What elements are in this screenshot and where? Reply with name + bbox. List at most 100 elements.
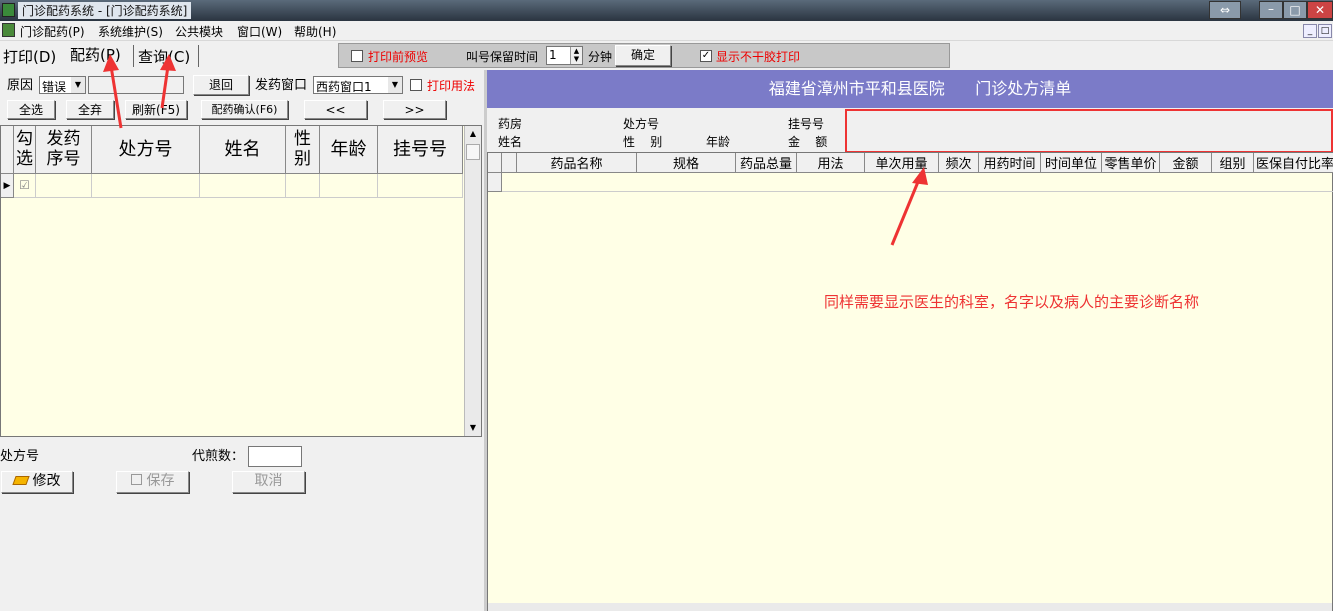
- minimize-button[interactable]: –: [1259, 1, 1283, 19]
- col-group: 组别: [1212, 153, 1254, 173]
- rx-no-info-label: 处方号: [623, 117, 660, 131]
- col-drug-name: 药品名称: [517, 153, 637, 173]
- return-button[interactable]: 退回: [193, 75, 249, 95]
- prescription-grid: 勾选 发药序号 处方号 姓名 性别 年龄 挂号号 ▶ ☑ ▲ ▼: [0, 125, 482, 437]
- cell: [378, 174, 463, 198]
- menu-system[interactable]: 系统维护(S): [98, 23, 163, 40]
- vertical-scrollbar[interactable]: ▲ ▼: [464, 126, 481, 436]
- title-bar: 门诊配药系统 - [门诊配药系统] ⇔ – □ ✕: [0, 0, 1333, 21]
- col-total: 药品总量: [736, 153, 797, 173]
- col-spec: 规格: [637, 153, 736, 173]
- window-title: 门诊配药系统 - [门诊配药系统]: [18, 2, 192, 19]
- minute-label: 分钟: [588, 50, 613, 64]
- cell: [92, 174, 200, 198]
- col-age: 年龄: [320, 126, 378, 174]
- col-rx-no: 处方号: [92, 126, 200, 174]
- prev-button[interactable]: <<: [304, 100, 367, 119]
- cell: [200, 174, 286, 198]
- row-checkbox[interactable]: ☑: [14, 174, 36, 198]
- window-value: 西药窗口1: [316, 80, 372, 94]
- menu-help[interactable]: 帮助(H): [294, 23, 336, 40]
- chevron-down-icon[interactable]: ▼: [71, 77, 85, 93]
- call-time-label: 叫号保留时间: [466, 50, 539, 64]
- col-name: 姓名: [200, 126, 286, 174]
- col-sex: 性别: [286, 126, 320, 174]
- close-button[interactable]: ✕: [1307, 1, 1333, 19]
- scroll-up-icon[interactable]: ▲: [465, 126, 481, 142]
- reason-value: 错误: [42, 80, 67, 94]
- annotation-arrow: [890, 167, 928, 246]
- scroll-thumb[interactable]: [466, 144, 480, 160]
- col-dispense-seq: 发药序号: [36, 126, 92, 174]
- col-reg-no: 挂号号: [378, 126, 463, 174]
- decoct-label: 代煎数：: [192, 449, 245, 464]
- col-unit-price: 零售单价: [1102, 153, 1160, 173]
- left-panel: 原因 错误 ▼ 退回 发药窗口 西药窗口1 ▼ 打印用法 全选 全弃 刷新(F5…: [0, 70, 484, 611]
- row-header: [488, 173, 502, 192]
- col-med-time: 用药时间: [979, 153, 1041, 173]
- tab-print[interactable]: 打印(D): [3, 46, 56, 67]
- next-button[interactable]: >>: [383, 100, 446, 119]
- tab-arrow-dispense: [103, 54, 123, 129]
- reg-no-info-label: 挂号号: [788, 117, 825, 131]
- dispense-confirm-button[interactable]: 配药确认(F6): [201, 100, 288, 119]
- mdi-restore-button[interactable]: □: [1318, 24, 1332, 38]
- col-check: 勾选: [14, 126, 36, 174]
- modify-button[interactable]: 修改: [1, 471, 73, 493]
- window-label: 发药窗口: [255, 78, 308, 93]
- menu-bar: 门诊配药(P) 系统维护(S) 公共模块 窗口(W) 帮助(H) _ □: [0, 21, 1333, 41]
- report-header: 福建省漳州市平和县医院 门诊处方清单: [487, 70, 1333, 108]
- save-button[interactable]: 保存: [116, 471, 189, 493]
- row-header-corner: [1, 126, 14, 174]
- menu-dispense[interactable]: 门诊配药(P): [20, 23, 85, 40]
- right-panel: 福建省漳州市平和县医院 门诊处方清单 药房 处方号 挂号号 姓名 性 别 年龄 …: [487, 70, 1333, 611]
- col-freq: 频次: [939, 153, 979, 173]
- col-time-unit: 时间单位: [1041, 153, 1102, 173]
- col-usage: 用法: [797, 153, 865, 173]
- sex-info-label: 性 别: [623, 135, 663, 149]
- horizontal-scrollbar[interactable]: [488, 603, 1332, 611]
- decoct-input[interactable]: [248, 446, 302, 467]
- col-select: [502, 153, 517, 173]
- stepper-arrows-icon[interactable]: ▲ ▼: [570, 47, 582, 64]
- window-select[interactable]: 西药窗口1 ▼: [313, 76, 403, 94]
- grid-corner: [488, 153, 502, 173]
- call-time-stepper[interactable]: 1 ▲ ▼: [546, 46, 583, 65]
- print-preview-checkbox[interactable]: [351, 50, 363, 62]
- print-usage-checkbox[interactable]: [410, 79, 422, 91]
- eraser-icon: [11, 476, 30, 485]
- save-label: 保存: [146, 473, 175, 489]
- modify-label: 修改: [32, 473, 61, 489]
- name-info-label: 姓名: [498, 135, 523, 149]
- table-row[interactable]: ▶ ☑: [1, 174, 463, 198]
- show-label-print-label: 显示不干胶打印: [716, 50, 801, 64]
- reason-select[interactable]: 错误 ▼: [39, 76, 86, 94]
- print-usage-label: 打印用法: [427, 79, 476, 93]
- maximize-button[interactable]: □: [1283, 1, 1307, 19]
- cell: [320, 174, 378, 198]
- mdi-icon: [2, 23, 15, 37]
- menu-public[interactable]: 公共模块: [175, 23, 223, 40]
- col-insurance-ratio: 医保自付比率: [1254, 153, 1333, 173]
- scroll-down-icon[interactable]: ▼: [465, 420, 481, 436]
- confirm-button[interactable]: 确定: [615, 45, 671, 66]
- select-all-button[interactable]: 全选: [7, 100, 55, 119]
- floppy-icon: [130, 474, 142, 485]
- tab-arrow-query: [160, 54, 176, 109]
- amount-info-label: 金 额: [788, 135, 828, 149]
- highlight-box: [845, 109, 1333, 153]
- cancel-button[interactable]: 取消: [232, 471, 305, 493]
- reason-label: 原因: [7, 78, 34, 93]
- call-time-value: 1: [549, 48, 557, 62]
- show-label-print-checkbox[interactable]: ✓: [700, 50, 712, 62]
- row-pointer-icon: ▶: [1, 174, 14, 198]
- mdi-minimize-button[interactable]: _: [1303, 24, 1317, 38]
- pharmacy-label: 药房: [498, 117, 523, 131]
- print-preview-label: 打印前预览: [368, 50, 429, 64]
- chevron-down-icon[interactable]: ▼: [388, 77, 402, 93]
- menu-window[interactable]: 窗口(W): [237, 23, 282, 40]
- cell: [36, 174, 92, 198]
- restore-window-button[interactable]: ⇔: [1209, 1, 1241, 19]
- toolbar: 打印前预览 叫号保留时间 1 ▲ ▼ 分钟 确定 ✓ 显示不干胶打印: [338, 43, 950, 68]
- tab-divider: [198, 45, 199, 67]
